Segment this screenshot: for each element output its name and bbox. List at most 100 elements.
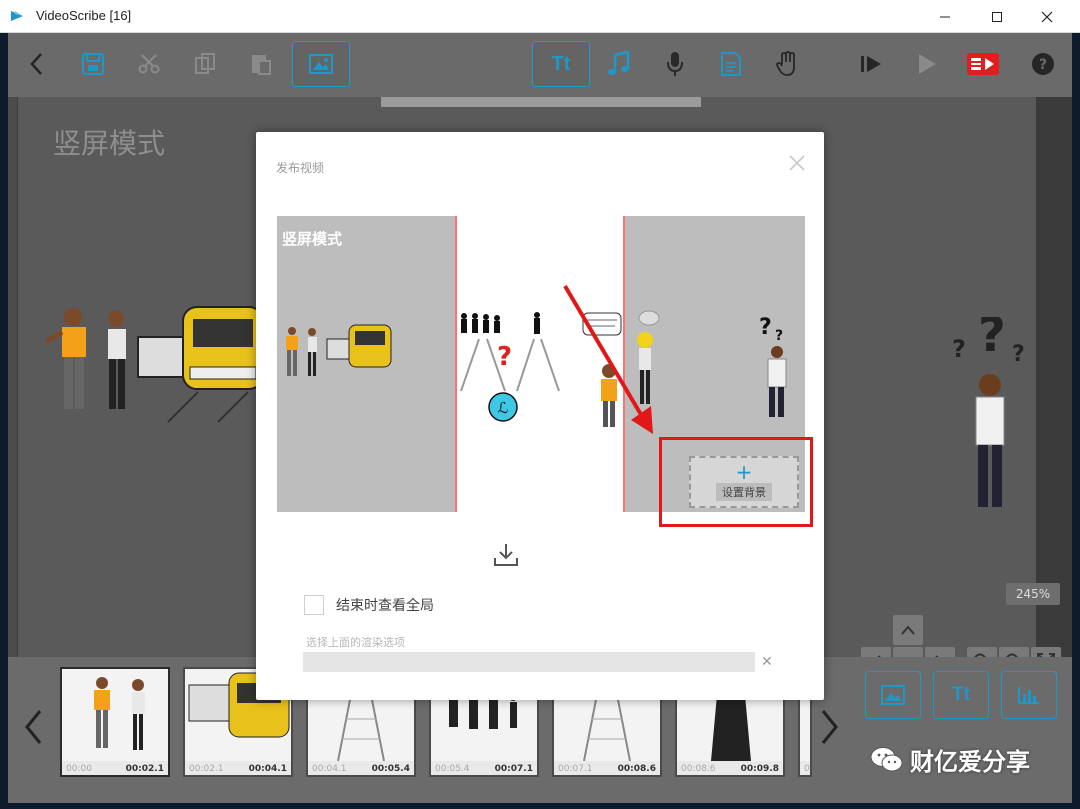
thumb-end-time: 00:08.6	[617, 764, 656, 774]
svg-text:?: ?	[1012, 342, 1025, 367]
maximize-button[interactable]	[974, 0, 1020, 33]
play-icon	[919, 54, 936, 74]
publish-video-dialog: 发布视频 竖屏模式 ? ℒ ? ? + 设置背景 结束时查看全局 选择上面的渲染…	[256, 132, 824, 700]
watermark: 财亿爱分享	[870, 742, 1030, 777]
title-bar: VideoScribe [16]	[0, 0, 1080, 33]
main-toolbar: Tt ?	[8, 33, 1072, 97]
svg-text:?: ?	[759, 315, 772, 340]
help-icon: ?	[1032, 53, 1054, 75]
save-button[interactable]	[66, 41, 120, 87]
clear-render-button[interactable]: ✕	[761, 654, 773, 670]
thumb-start-time: 00:04.1	[312, 764, 347, 774]
svg-text:?: ?	[1039, 57, 1047, 73]
canvas-title-text[interactable]: 竖屏模式	[53, 122, 165, 162]
canvas-right-strip	[1036, 97, 1072, 657]
hand-icon	[776, 51, 795, 76]
hand-button[interactable]	[760, 41, 814, 87]
thumb-end-time: 00:04.1	[248, 764, 287, 774]
cut-icon	[138, 54, 160, 74]
microphone-icon	[667, 52, 683, 76]
music-icon	[608, 51, 630, 75]
maximize-icon	[992, 11, 1002, 22]
back-icon	[30, 53, 42, 75]
preview-thinking-man-image: ? ?	[759, 315, 787, 417]
paste-icon	[252, 55, 271, 75]
thinking-man-illustration[interactable]: ? ? ?	[948, 317, 1038, 517]
svg-text:?: ?	[952, 335, 966, 363]
thumb-start-time: 00:00	[66, 764, 92, 774]
voiceover-button[interactable]	[648, 41, 702, 87]
show-overview-checkbox[interactable]	[304, 595, 324, 615]
copy-icon	[195, 53, 215, 74]
text-icon: Tt	[551, 52, 571, 75]
annotation-highlight-box	[659, 437, 813, 527]
close-icon	[1041, 11, 1053, 22]
thumb-start-time: 00:05.4	[435, 764, 470, 774]
vertical-ruler	[8, 97, 18, 657]
copy-button[interactable]	[178, 41, 232, 87]
timeline-add-text-button[interactable]: Tt	[933, 671, 989, 719]
play-button[interactable]	[900, 41, 954, 87]
thumb-end-time: 00:05.4	[371, 764, 410, 774]
text-icon: Tt	[952, 684, 970, 705]
cut-button[interactable]	[122, 41, 176, 87]
download-icon[interactable]	[493, 542, 519, 568]
paste-button[interactable]	[234, 41, 288, 87]
svg-text:?: ?	[497, 342, 512, 372]
thumb-start-time: 00:07.1	[558, 764, 593, 774]
play-from-icon	[861, 56, 881, 72]
render-option-hint: 选择上面的渲染选项	[306, 636, 405, 649]
publish-icon	[967, 53, 999, 75]
thumb-end-time: 00:02.1	[125, 764, 164, 774]
chart-icon	[1018, 687, 1039, 704]
thumb-end-time: 00:09.8	[740, 764, 779, 774]
timeline-prev-button[interactable]	[18, 707, 48, 747]
back-button[interactable]	[10, 41, 64, 87]
show-overview-label: 结束时查看全局	[336, 598, 434, 614]
play-from-button[interactable]	[844, 41, 898, 87]
svg-text:?: ?	[775, 328, 783, 344]
add-text-button[interactable]: Tt	[532, 41, 590, 87]
preview-title-text: 竖屏模式	[282, 230, 343, 248]
timeline-add-image-button[interactable]	[865, 671, 921, 719]
minimize-button[interactable]	[922, 0, 968, 33]
thumbnail-workers-image	[94, 677, 145, 750]
timeline-thumbnail[interactable]: 00:00 00:02.1	[60, 667, 170, 777]
music-button[interactable]	[592, 41, 646, 87]
watermark-text: 财亿爱分享	[910, 748, 1030, 776]
document-icon	[721, 52, 741, 76]
wechat-icon	[870, 746, 903, 771]
show-overview-option[interactable]: 结束时查看全局	[304, 595, 434, 615]
image-icon	[309, 54, 333, 74]
dialog-title: 发布视频	[276, 161, 325, 175]
close-window-button[interactable]	[1024, 0, 1070, 33]
zoom-level-badge: 245%	[1006, 583, 1060, 605]
horizontal-ruler	[381, 97, 701, 107]
save-icon	[82, 53, 104, 75]
annotation-arrow-icon	[563, 284, 653, 434]
preview-left-panel: 竖屏模式	[277, 216, 457, 512]
minimize-icon	[940, 16, 950, 17]
thumb-end-time: 00:07.1	[494, 764, 533, 774]
workers-and-train-illustration[interactable]	[38, 297, 268, 437]
document-button[interactable]	[704, 41, 758, 87]
image-icon	[881, 685, 905, 705]
pan-up-button[interactable]	[893, 615, 923, 645]
thumb-start-time: 00:02.1	[189, 764, 224, 774]
svg-text:?: ?	[978, 317, 1006, 363]
videoscribe-logo-icon	[11, 11, 23, 21]
thumb-start-time: 00:08.6	[681, 764, 716, 774]
render-progress-bar	[303, 652, 755, 672]
close-icon[interactable]	[788, 154, 806, 172]
chevron-left-icon	[25, 710, 42, 744]
publish-button[interactable]	[956, 41, 1010, 87]
svg-text:ℒ: ℒ	[498, 399, 509, 417]
preview-workers-train-image	[286, 324, 392, 376]
add-image-button[interactable]	[292, 41, 350, 87]
timeline-next-button[interactable]	[815, 707, 845, 747]
timeline-add-chart-button[interactable]	[1001, 671, 1057, 719]
chevron-up-icon	[901, 625, 915, 635]
window-title: VideoScribe [16]	[36, 8, 132, 23]
help-button[interactable]: ?	[1016, 41, 1070, 87]
chevron-right-icon	[821, 710, 838, 744]
